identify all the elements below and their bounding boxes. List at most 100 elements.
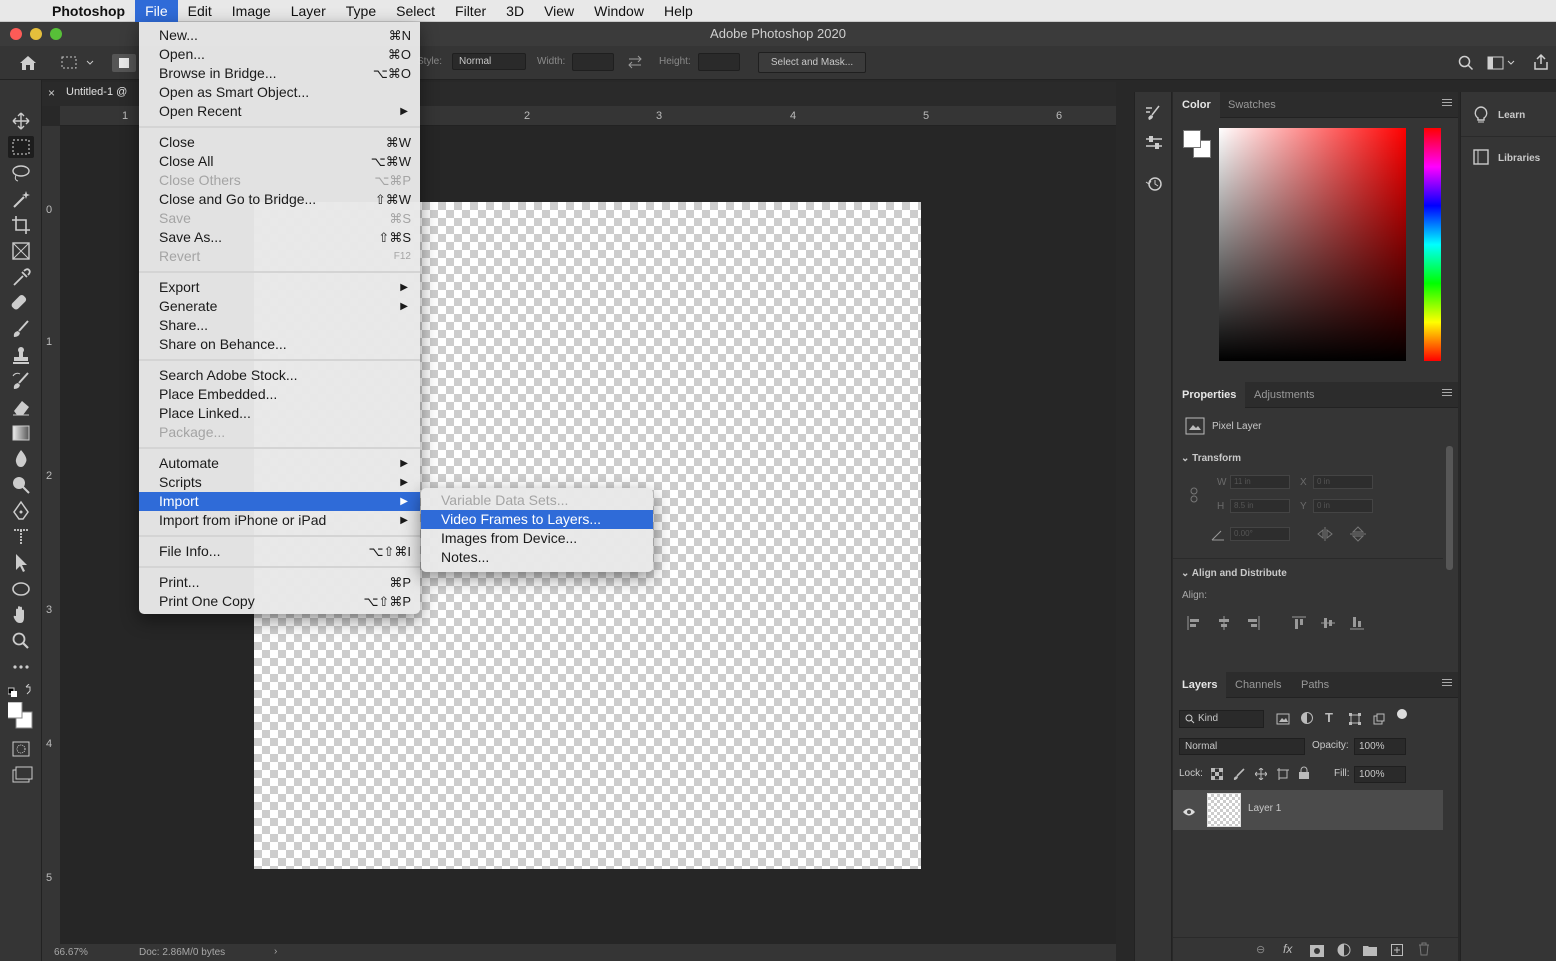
filter-shape-icon[interactable] — [1349, 712, 1361, 730]
path-selection-icon[interactable] — [8, 552, 34, 574]
dodge-icon[interactable] — [8, 474, 34, 496]
type-icon[interactable] — [8, 526, 34, 548]
menu-item-automate[interactable]: Automate ▶ — [139, 454, 420, 473]
menu-view[interactable]: View — [534, 0, 584, 22]
menu-item-generate[interactable]: Generate ▶ — [139, 297, 420, 316]
default-colors-icon[interactable] — [7, 683, 34, 700]
filter-smart-object-icon[interactable] — [1373, 712, 1385, 730]
document-tab-title[interactable]: Untitled-1 @ — [66, 86, 127, 98]
delete-layer-icon[interactable] — [1418, 942, 1430, 961]
menu-image[interactable]: Image — [222, 0, 281, 22]
menu-help[interactable]: Help — [654, 0, 703, 22]
tab-color[interactable]: Color — [1173, 92, 1220, 118]
menu-item-file-info[interactable]: File Info... ⌥⇧⌘I — [139, 542, 420, 561]
align-left-icon[interactable] — [1187, 616, 1201, 635]
menu-item-open-smart-object[interactable]: Open as Smart Object... — [139, 83, 420, 102]
more-tools-icon[interactable] — [8, 656, 34, 678]
menu-item-export[interactable]: Export ▶ — [139, 278, 420, 297]
transform-section[interactable]: ⌄ Transform — [1181, 453, 1241, 464]
width-field[interactable] — [572, 53, 614, 71]
x-input[interactable]: 0 in — [1313, 475, 1373, 489]
color-field[interactable] — [1219, 128, 1406, 361]
menu-item-close-go-bridge[interactable]: Close and Go to Bridge... ⇧⌘W — [139, 190, 420, 209]
menu-select[interactable]: Select — [386, 0, 445, 22]
app-menu[interactable]: Photoshop — [34, 3, 135, 19]
menu-item-import-iphone[interactable]: Import from iPhone or iPad ▶ — [139, 511, 420, 530]
align-top-icon[interactable] — [1292, 616, 1306, 635]
panel-menu-icon[interactable] — [1442, 679, 1452, 689]
blend-mode-select[interactable]: Normal — [1179, 738, 1305, 755]
panel-menu-icon[interactable] — [1442, 99, 1452, 109]
filter-type-icon[interactable]: T — [1325, 710, 1333, 725]
y-input[interactable]: 0 in — [1313, 499, 1373, 513]
menu-item-close[interactable]: Close ⌘W — [139, 133, 420, 152]
align-right-icon[interactable] — [1246, 616, 1260, 635]
menu-item-scripts[interactable]: Scripts ▶ — [139, 473, 420, 492]
width-input[interactable]: 11 in — [1230, 475, 1290, 489]
status-arrow-icon[interactable]: › — [274, 946, 277, 957]
filter-adjustment-icon[interactable] — [1300, 711, 1314, 730]
search-icon[interactable] — [1458, 55, 1474, 74]
close-window-button[interactable] — [10, 28, 22, 40]
menu-item-open[interactable]: Open... ⌘O — [139, 45, 420, 64]
filter-pixel-icon[interactable] — [1276, 712, 1290, 730]
menu-filter[interactable]: Filter — [445, 0, 496, 22]
menu-file[interactable]: File — [135, 0, 178, 22]
tab-paths[interactable]: Paths — [1292, 672, 1338, 698]
magic-wand-icon[interactable] — [8, 188, 34, 210]
hand-icon[interactable] — [8, 604, 34, 626]
flip-horizontal-icon[interactable] — [1316, 527, 1334, 546]
healing-brush-icon[interactable] — [8, 292, 34, 314]
color-fg-bg-swatches[interactable] — [1183, 130, 1213, 160]
new-group-icon[interactable] — [1363, 943, 1377, 961]
tab-channels[interactable]: Channels — [1226, 672, 1290, 698]
menu-edit[interactable]: Edit — [178, 0, 222, 22]
close-document-icon[interactable]: × — [48, 86, 55, 100]
menu-item-print-one-copy[interactable]: Print One Copy ⌥⇧⌘P — [139, 592, 420, 611]
opacity-input[interactable]: 100% — [1354, 738, 1406, 755]
flip-vertical-icon[interactable] — [1350, 526, 1366, 547]
tab-swatches[interactable]: Swatches — [1219, 92, 1285, 118]
libraries-button[interactable]: Libraries — [1461, 144, 1556, 172]
panel-menu-icon[interactable] — [1442, 389, 1452, 399]
angle-input[interactable]: 0.00° — [1230, 527, 1290, 541]
menu-item-place-embedded[interactable]: Place Embedded... — [139, 385, 420, 404]
zoom-icon[interactable] — [8, 630, 34, 652]
fx-icon[interactable]: fx — [1283, 942, 1292, 956]
zoom-window-button[interactable] — [50, 28, 62, 40]
align-section[interactable]: ⌄ Align and Distribute — [1181, 568, 1287, 579]
share-icon[interactable] — [1533, 53, 1549, 74]
menu-item-save-as[interactable]: Save As... ⇧⌘S — [139, 228, 420, 247]
brush-settings-icon[interactable] — [1144, 104, 1164, 127]
eraser-icon[interactable] — [8, 396, 34, 418]
blur-icon[interactable] — [8, 448, 34, 470]
new-layer-icon[interactable] — [1391, 943, 1403, 961]
lock-transparent-icon[interactable] — [1210, 767, 1224, 785]
gradient-icon[interactable] — [8, 422, 34, 444]
submenu-item-images-from-device[interactable]: Images from Device... — [421, 529, 653, 548]
workspace-icon[interactable] — [1487, 55, 1517, 74]
fill-input[interactable]: 100% — [1354, 766, 1406, 783]
lock-position-icon[interactable] — [1254, 767, 1268, 785]
hue-slider[interactable] — [1424, 128, 1441, 361]
history-brush-icon[interactable] — [8, 370, 34, 392]
menu-item-share-behance[interactable]: Share on Behance... — [139, 335, 420, 354]
menu-item-open-recent[interactable]: Open Recent ▶ — [139, 102, 420, 121]
swap-icon[interactable] — [626, 54, 644, 73]
tab-layers[interactable]: Layers — [1173, 672, 1227, 698]
menu-item-close-all[interactable]: Close All ⌥⌘W — [139, 152, 420, 171]
menu-item-place-linked[interactable]: Place Linked... — [139, 404, 420, 423]
height-input[interactable]: 8.5 in — [1230, 499, 1290, 513]
tab-properties[interactable]: Properties — [1173, 382, 1246, 408]
crop-icon[interactable] — [8, 214, 34, 236]
align-center-h-icon[interactable] — [1217, 616, 1231, 635]
ellipse-icon[interactable] — [8, 578, 34, 600]
menu-item-share[interactable]: Share... — [139, 316, 420, 335]
zoom-level[interactable]: 66.67% — [54, 947, 88, 958]
screen-mode-icon[interactable] — [8, 764, 34, 786]
learn-button[interactable]: Learn — [1461, 102, 1556, 130]
link-icon[interactable] — [1189, 487, 1199, 508]
select-and-mask-button[interactable]: Select and Mask... — [758, 52, 866, 73]
menu-item-search-stock[interactable]: Search Adobe Stock... — [139, 366, 420, 385]
style-select[interactable]: Normal — [452, 53, 526, 70]
